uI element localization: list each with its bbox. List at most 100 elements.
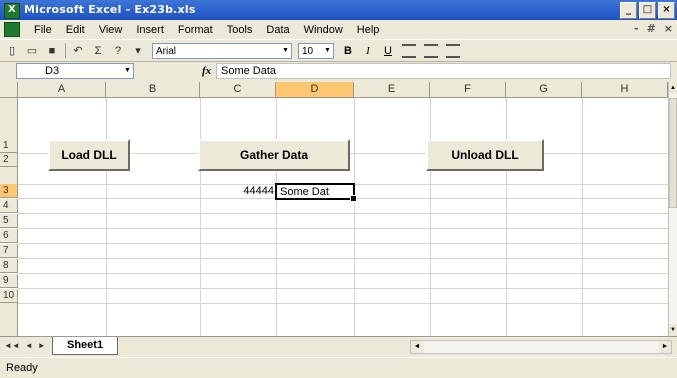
chevron-down-icon[interactable]: ▼: [322, 44, 333, 58]
vertical-scrollbar[interactable]: ▲ ▼: [668, 82, 677, 336]
row-header-4[interactable]: 4: [0, 199, 18, 213]
active-cell-d3[interactable]: Some Dat: [275, 183, 357, 202]
column-header-f[interactable]: F: [430, 82, 506, 98]
gridline: [200, 98, 201, 336]
insert-function-icon[interactable]: fx: [202, 65, 211, 77]
first-sheet-icon[interactable]: ◄◄: [4, 341, 20, 350]
restore-button[interactable]: □: [639, 2, 656, 19]
window-controls: _ □ ×: [620, 2, 675, 19]
column-header-a[interactable]: A: [18, 82, 106, 98]
open-folder-icon[interactable]: ▭: [24, 43, 40, 59]
excel-app-icon[interactable]: [4, 3, 20, 19]
window-title: Microsoft Excel - Ex23b.xls: [24, 3, 196, 16]
menu-format[interactable]: Format: [178, 24, 213, 36]
workbook-minimize-button[interactable]: -: [634, 22, 639, 35]
underline-button[interactable]: U: [382, 45, 394, 57]
row-header-7[interactable]: 7: [0, 244, 18, 258]
align-right-icon[interactable]: [446, 43, 460, 58]
scroll-right-icon[interactable]: ►: [659, 341, 671, 353]
font-name-select[interactable]: Arial ▼: [152, 42, 292, 59]
menu-window[interactable]: Window: [304, 24, 343, 36]
workbook-icon[interactable]: [4, 22, 20, 37]
new-document-icon[interactable]: ▯: [4, 43, 20, 59]
align-left-icon[interactable]: [402, 43, 416, 58]
workbook-restore-button[interactable]: #: [647, 22, 656, 35]
italic-button[interactable]: I: [362, 45, 374, 57]
load-dll-button[interactable]: Load DLL: [48, 139, 130, 171]
menu-file[interactable]: File: [34, 24, 52, 36]
column-header-e[interactable]: E: [354, 82, 430, 98]
chevron-down-icon[interactable]: ▼: [122, 64, 133, 78]
select-all-corner[interactable]: [0, 82, 18, 98]
next-sheet-icon[interactable]: ►: [38, 341, 46, 350]
formula-bar: D3 ▼ fx Some Data: [0, 61, 677, 81]
cell-d3-value: Some Dat: [280, 186, 329, 198]
cell-c3[interactable]: 44444: [200, 184, 274, 198]
row-header-10[interactable]: 10: [0, 289, 18, 303]
row-header-8[interactable]: 8: [0, 259, 18, 273]
menu-help[interactable]: Help: [357, 24, 380, 36]
toolbar: ▯ ▭ ■ ↶ Σ ? ▾ Arial ▼ 10 ▼ B I U: [0, 39, 677, 62]
row-header-9[interactable]: 9: [0, 274, 18, 288]
help-icon[interactable]: ?: [110, 43, 126, 59]
minimize-button[interactable]: _: [620, 2, 637, 19]
name-box-value: D3: [45, 65, 60, 77]
scroll-down-icon[interactable]: ▼: [669, 324, 677, 336]
sheet-tab-bar: ◄◄ ◄ ► ►► Sheet1 ◄ ►: [0, 336, 677, 357]
row-header-strip: [0, 98, 18, 139]
close-button[interactable]: ×: [658, 2, 675, 19]
unload-dll-button[interactable]: Unload DLL: [426, 139, 544, 171]
vertical-scroll-thumb[interactable]: [669, 98, 677, 208]
undo-icon[interactable]: ↶: [70, 43, 86, 59]
worksheet-grid[interactable]: A B C D E F G H 1 2 3 4 5 6 7 8 9 10 Loa…: [0, 82, 668, 336]
column-header-c[interactable]: C: [200, 82, 276, 98]
column-header-h[interactable]: H: [582, 82, 668, 98]
title-bar[interactable]: Microsoft Excel - Ex23b.xls _ □ ×: [0, 0, 677, 20]
name-box[interactable]: D3 ▼: [16, 63, 134, 79]
workbook-close-button[interactable]: ×: [664, 22, 673, 35]
gridline: [18, 228, 668, 229]
gridline: [276, 98, 277, 336]
horizontal-scrollbar[interactable]: ◄ ►: [410, 340, 672, 354]
formula-input[interactable]: Some Data: [216, 63, 671, 79]
column-header-g[interactable]: G: [506, 82, 582, 98]
row-header-6[interactable]: 6: [0, 229, 18, 243]
row-header-1[interactable]: 1: [0, 139, 18, 153]
prev-sheet-icon[interactable]: ◄: [25, 341, 33, 350]
align-center-icon[interactable]: [424, 43, 438, 58]
gridline: [354, 98, 355, 336]
font-name-value: Arial: [156, 45, 177, 57]
gridline: [506, 98, 507, 336]
chevron-down-icon[interactable]: ▼: [280, 44, 291, 58]
toolbar-options-icon[interactable]: ▾: [130, 43, 146, 59]
column-header-b[interactable]: B: [106, 82, 200, 98]
gridline: [18, 303, 668, 304]
gridline: [18, 288, 668, 289]
tab-sheet1[interactable]: Sheet1: [52, 337, 119, 355]
gridline: [18, 243, 668, 244]
scroll-left-icon[interactable]: ◄: [411, 341, 423, 353]
row-header-3[interactable]: 3: [0, 184, 18, 198]
menu-bar: File Edit View Insert Format Tools Data …: [0, 20, 677, 39]
gather-data-button[interactable]: Gather Data: [198, 139, 350, 171]
column-header-d[interactable]: D: [276, 82, 354, 98]
scroll-up-icon[interactable]: ▲: [669, 82, 677, 94]
save-icon[interactable]: ■: [44, 43, 60, 59]
autosum-icon[interactable]: Σ: [90, 43, 106, 59]
menu-edit[interactable]: Edit: [66, 24, 85, 36]
gridline: [18, 213, 668, 214]
toolbar-separator: [65, 43, 66, 58]
bold-button[interactable]: B: [342, 45, 354, 57]
menu-data[interactable]: Data: [266, 24, 289, 36]
menu-tools[interactable]: Tools: [227, 24, 253, 36]
menu-view[interactable]: View: [99, 24, 123, 36]
fill-handle[interactable]: [350, 195, 357, 202]
menu-insert[interactable]: Insert: [136, 24, 164, 36]
row-header-5[interactable]: 5: [0, 214, 18, 228]
row-header-strip: [0, 167, 18, 184]
gridline: [18, 273, 668, 274]
font-size-select[interactable]: 10 ▼: [298, 42, 334, 59]
row-header-2[interactable]: 2: [0, 153, 18, 167]
gridline: [582, 98, 583, 336]
workbook-controls: - # ×: [634, 22, 673, 35]
